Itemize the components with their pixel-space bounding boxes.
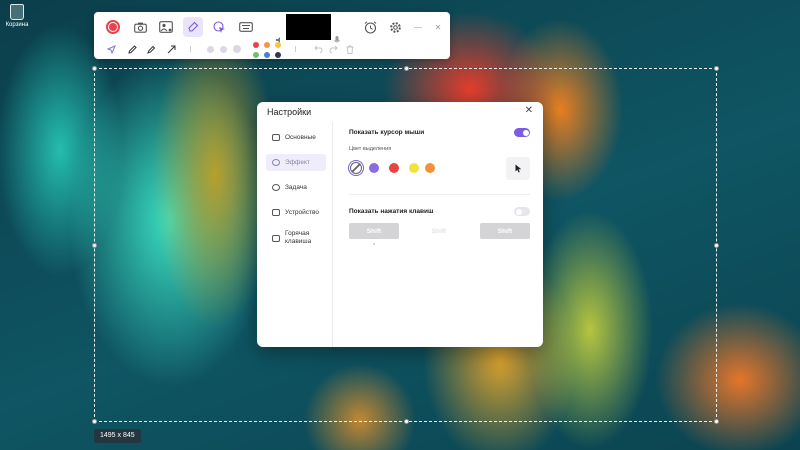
keystroke-style-2[interactable]: Shift xyxy=(414,223,464,239)
selection-indicator xyxy=(373,243,375,245)
keystroke-style-3[interactable]: Shift xyxy=(480,223,530,239)
sidebar-item-label: Эффект xyxy=(285,159,310,166)
sparkle-icon xyxy=(272,159,280,166)
pencil-tool[interactable] xyxy=(124,41,140,57)
undo-icon xyxy=(313,45,323,53)
pointer-icon xyxy=(106,44,116,54)
webcam-button[interactable] xyxy=(156,17,176,37)
sidebar-item-label: Основные xyxy=(285,134,316,141)
show-keystrokes-toggle[interactable] xyxy=(514,207,530,216)
settings-button[interactable] xyxy=(385,17,405,37)
pencil-icon xyxy=(127,44,137,54)
palette-swatch[interactable] xyxy=(264,52,270,58)
recycle-bin-shortcut[interactable]: Корзина xyxy=(4,4,30,28)
record-button[interactable] xyxy=(103,17,123,37)
highlight-color-none[interactable] xyxy=(348,160,364,176)
resize-handle-right[interactable] xyxy=(714,243,719,248)
sidebar-item-label: Задача xyxy=(285,184,307,191)
keyboard-button[interactable] xyxy=(236,17,256,37)
resize-handle-bottom-right[interactable] xyxy=(714,419,719,424)
alarm-clock-icon xyxy=(364,20,376,34)
sidebar-item-general[interactable]: Основные xyxy=(266,129,326,146)
trash-icon xyxy=(346,45,354,54)
resize-handle-top-left[interactable] xyxy=(92,66,97,71)
toolbar-divider xyxy=(190,46,191,52)
gear-icon xyxy=(389,21,401,33)
arrow-tool[interactable] xyxy=(163,41,179,57)
pen-mode-icon xyxy=(188,21,199,32)
redo-icon xyxy=(328,45,338,53)
stroke-size-medium[interactable] xyxy=(220,46,227,53)
camera-icon xyxy=(133,22,147,33)
device-icon xyxy=(272,209,280,216)
resize-handle-bottom[interactable] xyxy=(404,419,409,424)
redo-button[interactable] xyxy=(325,41,341,57)
sidebar-item-device[interactable]: Устройство xyxy=(266,204,326,221)
highlight-color-yellow[interactable] xyxy=(409,163,419,173)
show-cursor-toggle[interactable] xyxy=(514,128,530,137)
stroke-size-small[interactable] xyxy=(207,46,214,53)
palette-swatch[interactable] xyxy=(253,42,259,48)
stroke-size-large[interactable] xyxy=(233,45,241,53)
cursor-preview xyxy=(506,157,530,180)
palette-swatch[interactable] xyxy=(264,42,270,48)
webcam-icon xyxy=(159,21,173,33)
region-dimensions: 1495 x 845 xyxy=(94,429,141,443)
dialog-close-button[interactable]: ✕ xyxy=(525,105,533,116)
keyboard-icon xyxy=(239,22,253,32)
clock-icon xyxy=(272,184,280,191)
sidebar-item-label: Устройство xyxy=(285,209,320,216)
resize-handle-bottom-left[interactable] xyxy=(92,419,97,424)
settings-sidebar: Основные Эффект Задача Устройство Горяча… xyxy=(257,122,333,347)
sidebar-item-hotkey[interactable]: Горячая клавиша xyxy=(266,227,326,249)
toggle-icon xyxy=(272,134,280,141)
capture-toolbar: — ✕ xyxy=(94,12,450,59)
resize-handle-left[interactable] xyxy=(92,243,97,248)
mouse-cursor-icon xyxy=(515,164,521,173)
marker-icon xyxy=(146,45,155,54)
record-icon xyxy=(106,20,120,34)
sidebar-item-label: Горячая клавиша xyxy=(285,230,312,245)
delete-button[interactable] xyxy=(342,41,358,57)
pen-mode-button[interactable] xyxy=(183,17,203,37)
cursor-click-icon xyxy=(212,20,225,33)
dialog-title: Настройки xyxy=(267,107,312,117)
recycle-bin-icon xyxy=(10,4,24,20)
cursor-effect-button[interactable] xyxy=(209,17,229,37)
toolbar-divider xyxy=(295,46,296,52)
marker-tool[interactable] xyxy=(143,41,159,57)
highlight-color-red[interactable] xyxy=(389,163,399,173)
show-cursor-label: Показать курсор мыши xyxy=(349,129,425,136)
resize-handle-top[interactable] xyxy=(404,66,409,71)
settings-dialog: Настройки ✕ Основные Эффект Задача Устро… xyxy=(257,102,543,347)
camera-preview xyxy=(286,14,331,40)
timer-button[interactable] xyxy=(360,17,380,37)
palette-swatch[interactable] xyxy=(253,52,259,58)
pointer-tool[interactable] xyxy=(103,41,119,57)
minimize-button[interactable]: — xyxy=(408,17,428,37)
palette-swatch[interactable] xyxy=(275,52,281,58)
highlight-color-label: Цвет выделения xyxy=(349,146,392,152)
sidebar-item-task[interactable]: Задача xyxy=(266,179,326,196)
toolbar-close-button[interactable]: ✕ xyxy=(428,17,448,37)
show-keystrokes-label: Показать нажатия клавиш xyxy=(349,208,434,215)
resize-handle-top-right[interactable] xyxy=(714,66,719,71)
arrow-icon xyxy=(167,45,175,53)
highlight-color-purple[interactable] xyxy=(369,163,379,173)
sidebar-item-effect[interactable]: Эффект xyxy=(266,154,326,171)
keyboard-icon xyxy=(272,234,280,242)
palette-swatch[interactable] xyxy=(275,42,281,48)
highlight-color-orange[interactable] xyxy=(425,163,435,173)
undo-button[interactable] xyxy=(310,41,326,57)
recycle-bin-label: Корзина xyxy=(5,22,29,28)
section-divider xyxy=(349,194,530,195)
screenshot-button[interactable] xyxy=(130,17,150,37)
keystroke-style-1[interactable]: Shift xyxy=(349,223,399,239)
